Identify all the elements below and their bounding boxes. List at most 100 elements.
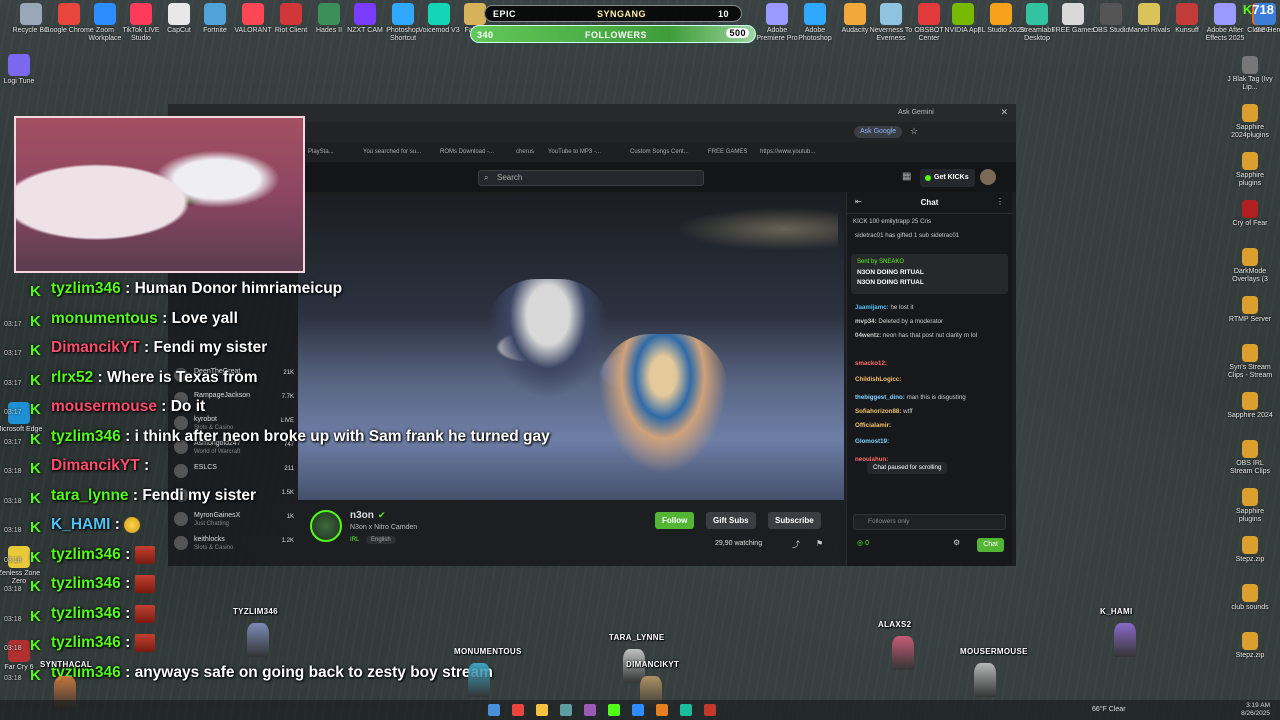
chatter-nametag: TYZLIM346 [233,607,278,616]
taskbar-app-icon[interactable] [680,704,692,716]
avatar[interactable] [980,169,996,185]
top-left-label: EPIC [493,9,517,19]
chat-send-button[interactable]: Chat [977,538,1004,552]
weather[interactable]: 66°F Clear [1092,706,1126,713]
chat-username: tyzlim346 [51,427,121,445]
taskbar-app-icon[interactable] [560,704,572,716]
desktop-icon[interactable]: DarkMode Overlays (3 [1225,248,1275,284]
chat-paused-notice[interactable]: Chat paused for scrolling [867,462,948,474]
kick-badge-icon: K [30,401,41,418]
desktop-icon[interactable]: Stepz.zip [1225,536,1275,564]
desktop-icon[interactable]: Sapphire 2024 [1225,392,1275,420]
chat-panel: Chat ⇤ ⋮ KICK 100 emilytrapp 25 Cris sid… [846,192,1012,566]
search-input[interactable]: ⌕ Search [478,170,704,186]
taskbar-app-icon[interactable] [488,704,500,716]
chat-input[interactable]: Followers only [853,514,1006,530]
chat-username[interactable]: 04wentz: [855,332,881,339]
chat-username[interactable]: ChildishLogicc: [855,376,901,383]
desktop-icon[interactable]: OBS IRL Stream Clips [1225,440,1275,476]
desktop-icon[interactable]: Cry of Fear [1225,200,1275,228]
chat-timestamp: 03:18 [4,674,22,682]
overlay-chat-line: tyzlim346 : [51,575,155,593]
collapse-chat-icon[interactable]: ⇤ [855,198,862,206]
file-icon [1242,296,1258,314]
gear-icon[interactable]: ⚙ [953,539,960,547]
desktop-icon[interactable]: Logi Tune [0,54,44,86]
followers-count: 340 [477,30,494,40]
taskbar-app-icon[interactable] [536,704,548,716]
close-icon[interactable]: ✕ [1000,107,1008,118]
chat-username: tyzlim346 [51,545,121,563]
taskbar-app-icon[interactable] [632,704,644,716]
chat-username[interactable]: smacko12: [855,360,887,367]
search-icon: ⌕ [484,173,489,182]
pinned-message: Sent by SNEAKO N3ON DOING RITUAL N3ON DO… [851,254,1008,294]
chat-username[interactable]: Sofiahorizon88: [855,408,901,415]
bookmark[interactable]: FREE GAMES [708,149,747,155]
desktop-icon[interactable]: Sapphire plugins [1225,152,1275,188]
bookmark[interactable]: cherus [516,149,534,155]
desktop-icon[interactable]: J Blak Tag (Ivy Lip... [1225,56,1275,92]
system-clock[interactable]: 3:19 AM 8/26/2025 [1241,702,1270,718]
chat-username: DimancikYT [51,339,140,356]
chat-separator: : [120,604,135,622]
file-icon [1242,248,1258,266]
follow-button[interactable]: Follow [655,512,695,529]
chat-text: Where is Texas from [107,368,258,386]
chat-username[interactable]: Jaamijamc: [855,304,889,311]
app-icon [428,3,450,25]
overlay-chat-line: tyzlim346 : i think after neon broke up … [51,428,550,446]
chat-timestamp: 03:18 [4,645,22,652]
taskbar-app-icon[interactable] [584,704,596,716]
overlay-chat-line: tyzlim346 : [51,545,155,564]
subscribe-button[interactable]: Subscribe [768,512,821,529]
followers-goal-bar: 340 FOLLOWERS 500 [470,25,756,43]
ask-google-button[interactable]: Ask Google [854,126,903,138]
bookmark[interactable]: YouTube to MP3 -... [548,149,601,155]
bookmark[interactable]: You searched for su... [363,149,421,155]
kick-badge-icon: K [30,430,41,448]
desktop-icon[interactable]: Syn's Stream Clips - Stream [1225,344,1275,380]
desktop-icon-label: Logi Tune [3,78,35,85]
taskbar-app-icon[interactable] [512,704,524,716]
flag-icon[interactable]: ⚑ [816,539,823,548]
chat-timestamp: 03:18 [4,586,22,593]
chat-separator: : [157,309,172,327]
bookmark[interactable]: PlaySta... [308,149,334,155]
chat-username[interactable]: mvp34: [855,318,877,325]
star-icon[interactable]: ☆ [910,126,918,137]
taskbar-app-icon[interactable] [704,704,716,716]
chat-separator: : [139,339,154,356]
overlay-chat-line: tyzlim346 : Human Donor himriameicup [51,280,342,298]
grid-icon[interactable]: ▦ [902,171,911,182]
overlay-chat-line: monumentous : Love yall [51,310,238,328]
taskbar: 66°F Clear 3:19 AM 8/26/2025 [0,700,1280,720]
kick-badge-icon: K [30,578,41,595]
chat-username: K_HAMI [51,516,111,533]
desktop-icon[interactable]: club sounds [1225,584,1275,612]
taskbar-app-icon[interactable] [608,704,620,716]
app-icon [280,3,302,25]
chatter-nametag: MOUSERMOUSE [960,647,1028,656]
desktop-icon[interactable]: Sapphire plugins [1225,488,1275,524]
bookmark[interactable]: Custom Songs Cent... [630,149,689,155]
chat-settings-icon[interactable]: ⋮ [996,198,1004,206]
desktop-icon[interactable]: Stepz.zip [1225,632,1275,660]
share-icon[interactable]: ⤴ [792,539,800,550]
chat-username[interactable]: Glomost19: [855,438,889,445]
chat-username[interactable]: thebiggest_dino: [855,394,905,401]
desktop-icon[interactable]: RTMP Server [1225,296,1275,324]
taskbar-app-icon[interactable] [656,704,668,716]
app-icon [1062,3,1084,25]
bookmark[interactable]: ROMs Download -... [440,149,494,155]
app-icon [168,3,190,25]
get-kicks-button[interactable]: Get KICKs [920,169,975,187]
ask-gemini[interactable]: Ask Gemini [898,109,934,116]
chat-username[interactable]: Officialamir: [855,422,891,429]
chat-timestamp: 03:17 [4,320,22,328]
gift-subs-button[interactable]: Gift Subs [706,512,756,529]
desktop-icon[interactable]: Sapphire 2024plugins [1225,104,1275,140]
chatter-nametag: SYNTHACAL [40,660,93,669]
bookmark[interactable]: https://www.youtub... [760,149,815,155]
overlay-chat-row: 03:17 Kmousermouse : Do it [0,398,560,426]
